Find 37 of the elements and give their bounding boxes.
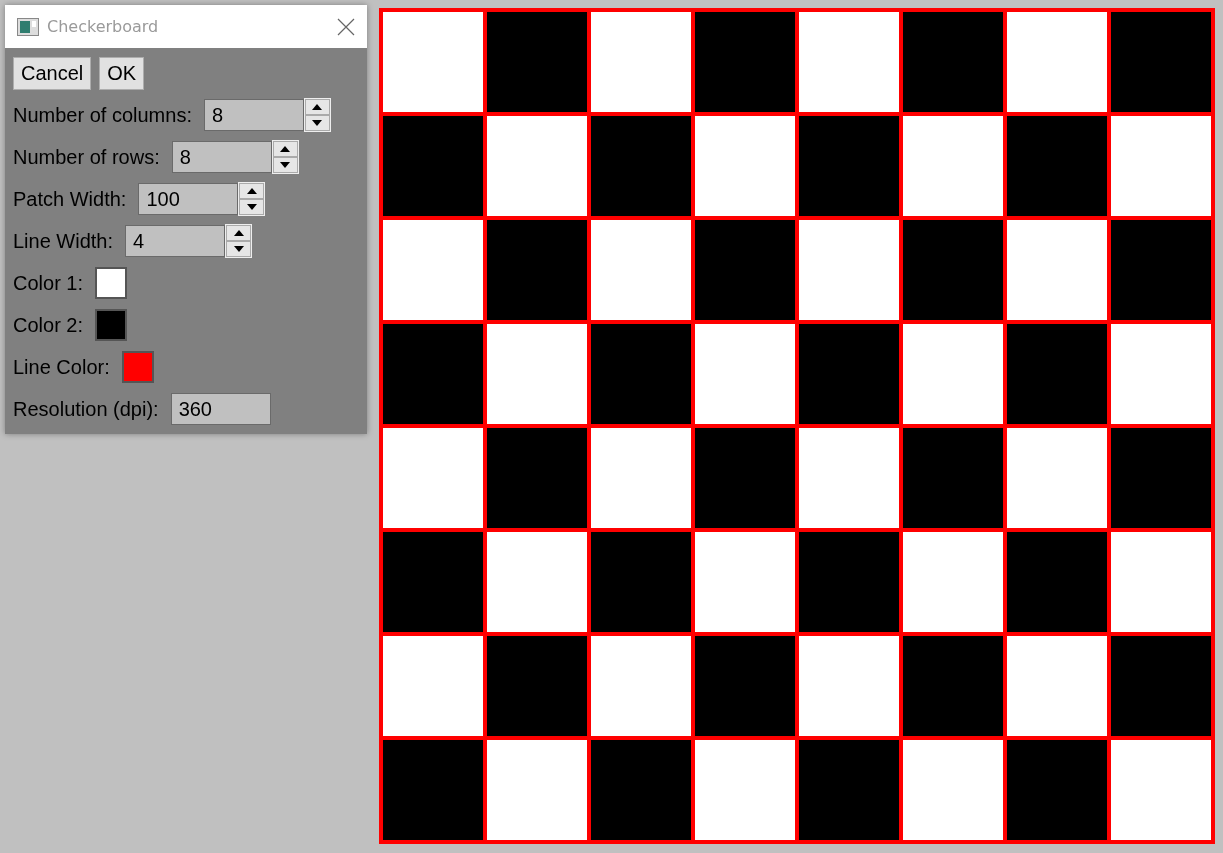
field-label: Color 2: [13,313,84,337]
up-arrow-icon [233,230,244,236]
window-title: Checkerboard [47,17,160,36]
increment-button[interactable] [272,141,298,157]
dialog-button[interactable]: Cancel [13,57,92,90]
up-arrow-icon [280,146,291,152]
field-label: Line Width: [13,229,114,253]
field-label: Number of columns: [13,103,192,127]
down-arrow-icon [246,204,257,210]
field-label: Resolution (dpi): [13,397,159,421]
number-input[interactable]: 4 [125,225,226,257]
field-label: Patch Width: [13,187,127,211]
decrement-button[interactable] [239,199,265,215]
decrement-button[interactable] [272,157,298,173]
number-input[interactable]: 100 [138,183,239,215]
up-arrow-icon [312,104,323,110]
increment-button[interactable] [304,99,330,115]
field-label: Color 1: [13,271,84,295]
field-label: Line Color: [13,355,110,379]
number-input[interactable]: 8 [171,141,272,173]
app-icon [17,17,39,36]
down-arrow-icon [233,246,244,252]
down-arrow-icon [280,162,291,168]
number-input[interactable]: 8 [203,99,304,131]
dialog-button[interactable]: OK [99,57,145,90]
down-arrow-icon [312,120,323,126]
text-input[interactable]: 360 [170,393,271,425]
color-swatch[interactable] [95,267,128,299]
field-label: Number of rows: [13,145,160,169]
color-swatch[interactable] [95,309,128,341]
color-swatch[interactable] [121,351,154,383]
increment-button[interactable] [239,183,265,199]
increment-button[interactable] [226,225,252,241]
close-icon[interactable] [337,17,355,36]
decrement-button[interactable] [226,241,252,257]
decrement-button[interactable] [304,115,330,131]
up-arrow-icon [246,188,257,194]
